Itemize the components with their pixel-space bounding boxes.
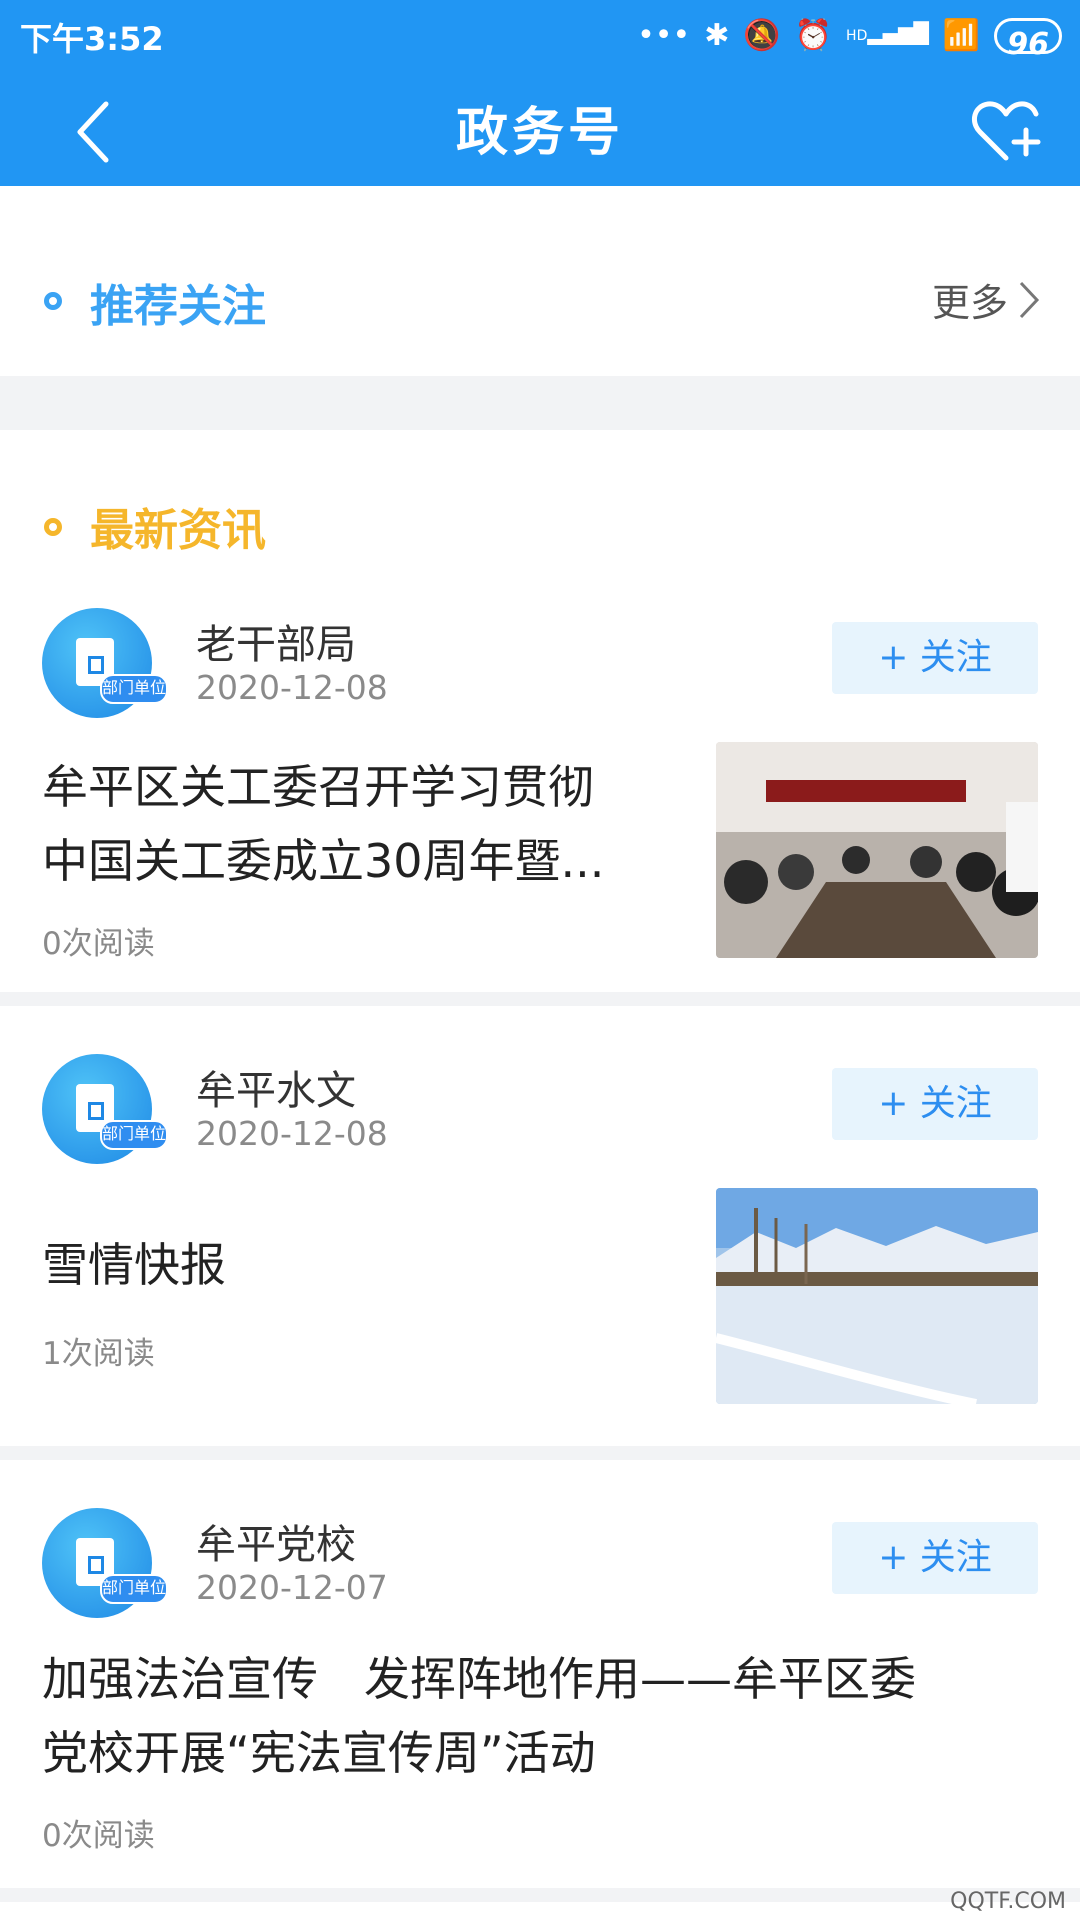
alarm-icon: ⏰ — [794, 18, 833, 53]
status-time: 下午3:52 — [20, 20, 164, 58]
read-count: 1次阅读 — [42, 1336, 155, 1372]
mute-icon: 🔕 — [743, 18, 781, 53]
status-icons: ••• ✱ 🔕 ⏰ HD▂▄▆█ 📶 96 — [637, 12, 1062, 62]
news-title-line: 牟平区关工委召开学习贯彻 — [42, 760, 594, 814]
follow-button[interactable]: + 关注 — [832, 622, 1038, 694]
recommend-section: 推荐关注 更多 — [0, 186, 1080, 376]
latest-title: 最新资讯 — [90, 505, 266, 556]
chevron-right-icon — [1019, 281, 1040, 318]
wifi-icon: 📶 — [942, 18, 981, 53]
read-count: 0次阅读 — [42, 926, 155, 962]
source-date: 2020-12-07 — [196, 1568, 388, 1607]
card-divider — [0, 1446, 1080, 1460]
news-title[interactable]: 雪情快报 — [42, 1228, 226, 1302]
news-title-line: 加强法治宣传 发挥阵地作用——牟平区委 — [42, 1652, 916, 1706]
avatar[interactable]: 部门单位 — [42, 608, 168, 718]
read-count: 0次阅读 — [42, 1818, 155, 1854]
meeting-photo[interactable] — [716, 742, 1038, 958]
signal-icon: HD▂▄▆█ — [846, 12, 929, 60]
source-date: 2020-12-08 — [196, 668, 388, 707]
department-badge: 部门单位 — [100, 1120, 168, 1150]
source-name[interactable]: 牟平水文 — [196, 1058, 356, 1116]
watermark: QQTF.COM — [950, 1889, 1066, 1914]
signal-badge: HD — [846, 28, 868, 44]
title-bar: 政务号 — [0, 72, 1080, 186]
department-badge: 部门单位 — [100, 674, 168, 704]
heart-plus-icon[interactable] — [966, 92, 1046, 172]
more-link[interactable]: 更多 — [932, 272, 1040, 327]
news-card[interactable]: 部门单位 牟平水文 2020-12-08 + 关注 雪情快报 1次阅读 — [0, 1054, 1080, 1446]
news-title-line: 雪情快报 — [42, 1238, 226, 1292]
status-bar: 下午3:52 ••• ✱ 🔕 ⏰ HD▂▄▆█ 📶 96 — [0, 0, 1080, 72]
card-divider — [0, 992, 1080, 1006]
avatar[interactable]: 部门单位 — [42, 1508, 168, 1618]
card-divider — [0, 1888, 1080, 1902]
recommend-title: 推荐关注 — [90, 281, 266, 332]
app-bar: 下午3:52 ••• ✱ 🔕 ⏰ HD▂▄▆█ 📶 96 政务号 — [0, 0, 1080, 186]
follow-button[interactable]: + 关注 — [832, 1068, 1038, 1140]
source-name[interactable]: 老干部局 — [196, 612, 356, 670]
news-title-line: 中国关工委成立30周年暨... — [42, 834, 605, 888]
battery-icon: 96 — [994, 18, 1062, 62]
battery-level: 96 — [1007, 27, 1049, 62]
news-title[interactable]: 加强法治宣传 发挥阵地作用——牟平区委 党校开展“宪法宣传周”活动 — [42, 1642, 1042, 1790]
department-badge: 部门单位 — [100, 1574, 168, 1604]
news-title-line: 党校开展“宪法宣传周”活动 — [42, 1726, 596, 1780]
follow-button[interactable]: + 关注 — [832, 1522, 1038, 1594]
more-label: 更多 — [931, 281, 1008, 325]
news-card[interactable]: 部门单位 牟平党校 2020-12-07 + 关注 加强法治宣传 发挥阵地作用—… — [0, 1508, 1080, 1888]
latest-dot-icon — [44, 518, 62, 536]
source-name[interactable]: 牟平党校 — [196, 1512, 356, 1570]
more-dots-icon: ••• — [637, 18, 691, 53]
bluetooth-icon: ✱ — [704, 18, 730, 53]
page-title: 政务号 — [455, 103, 624, 163]
snow-photo[interactable] — [716, 1188, 1038, 1404]
section-divider — [0, 376, 1080, 430]
news-card[interactable]: 部门单位 老干部局 2020-12-08 + 关注 牟平区关工委召开学习贯彻 中… — [0, 608, 1080, 992]
avatar[interactable]: 部门单位 — [42, 1054, 168, 1164]
recommend-dot-icon — [44, 292, 62, 310]
news-title[interactable]: 牟平区关工委召开学习贯彻 中国关工委成立30周年暨... — [42, 750, 604, 898]
source-date: 2020-12-08 — [196, 1114, 388, 1153]
